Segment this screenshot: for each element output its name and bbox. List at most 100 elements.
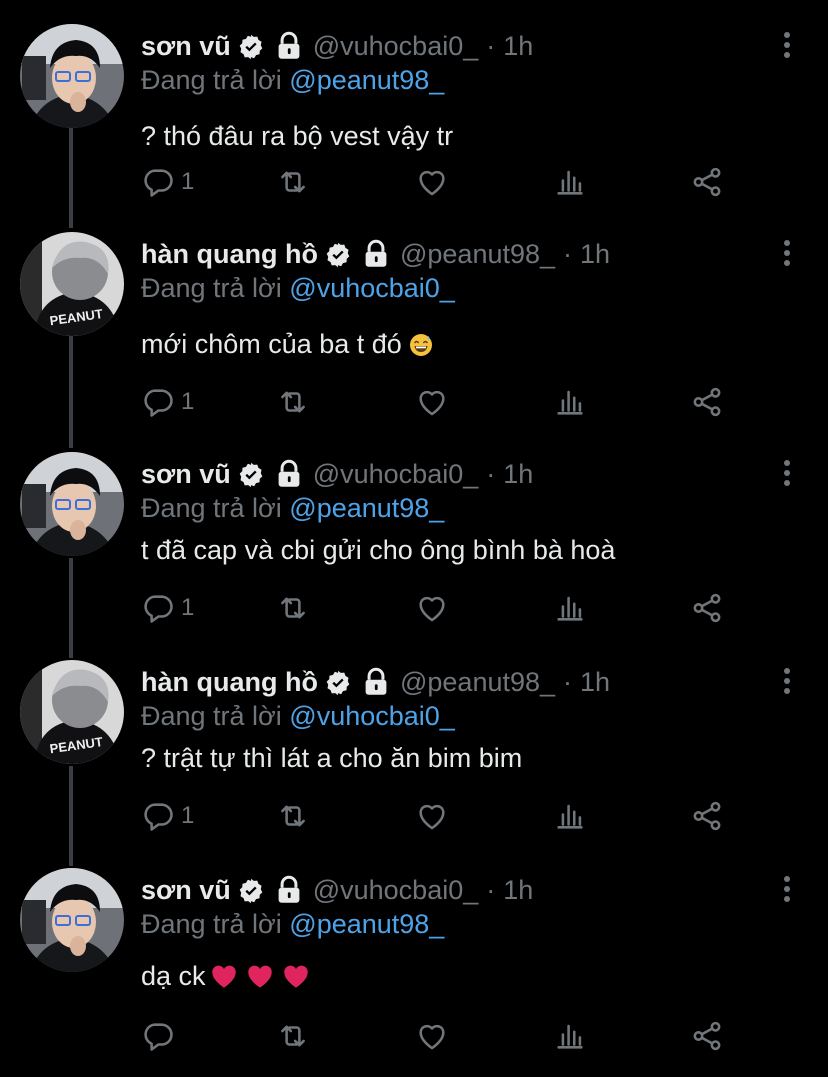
avatar[interactable] bbox=[20, 452, 124, 556]
share-icon bbox=[693, 387, 721, 417]
like-button[interactable] bbox=[415, 794, 449, 838]
views-chart-icon bbox=[557, 804, 583, 829]
display-name[interactable]: sơn vũ bbox=[141, 454, 231, 494]
views-button[interactable] bbox=[553, 380, 587, 424]
display-name[interactable]: sơn vũ bbox=[141, 870, 231, 910]
separator: · bbox=[563, 239, 573, 269]
like-button[interactable] bbox=[415, 586, 449, 630]
timestamp[interactable]: 1h bbox=[503, 26, 533, 66]
views-button[interactable] bbox=[553, 586, 587, 630]
share-button[interactable] bbox=[690, 794, 724, 838]
views-chart-icon bbox=[557, 170, 583, 195]
more-options-button[interactable] bbox=[776, 666, 798, 696]
more-options-button[interactable] bbox=[776, 30, 798, 60]
like-button[interactable] bbox=[415, 1014, 449, 1058]
share-icon bbox=[693, 167, 721, 197]
heart-icon bbox=[419, 1024, 445, 1050]
views-chart-icon bbox=[557, 1024, 583, 1049]
more-vertical-icon bbox=[784, 876, 790, 902]
retweet-button[interactable] bbox=[276, 380, 310, 424]
handle[interactable]: @vuhocbai0_ bbox=[313, 870, 479, 910]
like-button[interactable] bbox=[415, 160, 449, 204]
reply-button[interactable] bbox=[141, 1014, 181, 1058]
replying-to: Đang trả lời @vuhocbai0_ bbox=[141, 698, 455, 734]
tweet-text-content: t đã cap và cbi gửi cho ông bình bà hoà bbox=[141, 535, 616, 565]
reply-count: 1 bbox=[181, 802, 195, 829]
replying-to: Đang trả lời @peanut98_ bbox=[141, 906, 444, 942]
mention-link[interactable]: @peanut98_ bbox=[289, 909, 444, 939]
more-options-button[interactable] bbox=[776, 238, 798, 268]
views-button[interactable] bbox=[553, 160, 587, 204]
display-name[interactable]: sơn vũ bbox=[141, 26, 231, 66]
replying-to-label: Đang trả lời bbox=[141, 273, 282, 303]
heart-icon bbox=[419, 804, 445, 830]
share-button[interactable] bbox=[690, 1014, 724, 1058]
sweat-smile-emoji-icon bbox=[409, 330, 433, 356]
more-options-button[interactable] bbox=[776, 458, 798, 488]
retweet-button[interactable] bbox=[276, 794, 310, 838]
tweet-text-content: ? thó đâu ra bộ vest vậy tr bbox=[141, 121, 454, 151]
views-button[interactable] bbox=[553, 794, 587, 838]
share-icon bbox=[693, 1021, 721, 1051]
handle[interactable]: @peanut98_ bbox=[400, 662, 555, 702]
tweet-actions: 1 bbox=[0, 586, 828, 630]
mention-link[interactable]: @vuhocbai0_ bbox=[289, 701, 455, 731]
tweet-text: ? trật tự thì lát a cho ăn bim bim bbox=[141, 740, 522, 776]
mention-link[interactable]: @peanut98_ bbox=[289, 65, 444, 95]
retweet-button[interactable] bbox=[276, 160, 310, 204]
views-button[interactable] bbox=[553, 1014, 587, 1058]
more-vertical-icon bbox=[784, 460, 790, 486]
more-vertical-icon bbox=[784, 32, 790, 58]
share-icon bbox=[693, 801, 721, 831]
lock-icon bbox=[275, 459, 303, 489]
replying-to-label: Đang trả lời bbox=[141, 701, 282, 731]
display-name[interactable]: hàn quang hồ bbox=[141, 662, 318, 702]
tweet-text-content: dạ ck bbox=[141, 961, 206, 991]
mention-link[interactable]: @vuhocbai0_ bbox=[289, 273, 455, 303]
retweet-icon bbox=[281, 1025, 305, 1047]
avatar[interactable]: PEANUT bbox=[20, 232, 124, 336]
timestamp[interactable]: 1h bbox=[580, 662, 610, 702]
heart-icon bbox=[419, 596, 445, 622]
avatar[interactable] bbox=[20, 24, 124, 128]
share-button[interactable] bbox=[690, 380, 724, 424]
mention-link[interactable]: @peanut98_ bbox=[289, 493, 444, 523]
separator: · bbox=[486, 31, 496, 61]
reply-icon bbox=[144, 389, 173, 417]
lock-icon bbox=[362, 239, 390, 269]
share-button[interactable] bbox=[690, 160, 724, 204]
verified-badge-icon bbox=[324, 668, 352, 696]
display-name[interactable]: hàn quang hồ bbox=[141, 234, 318, 274]
share-button[interactable] bbox=[690, 586, 724, 630]
red-heart-emoji-icon bbox=[210, 962, 238, 988]
lock-icon bbox=[275, 31, 303, 61]
reply-button[interactable]: 1 bbox=[141, 160, 194, 204]
tweet-actions: 1 bbox=[0, 794, 828, 838]
verified-badge-icon bbox=[237, 876, 265, 904]
heart-icon bbox=[419, 390, 445, 416]
more-options-button[interactable] bbox=[776, 874, 798, 904]
tweet-text: ? thó đâu ra bộ vest vậy tr bbox=[141, 118, 453, 154]
reply-count: 1 bbox=[181, 594, 195, 621]
separator: · bbox=[563, 667, 573, 697]
timestamp[interactable]: 1h bbox=[503, 870, 533, 910]
more-vertical-icon bbox=[784, 240, 790, 266]
retweet-button[interactable] bbox=[276, 586, 310, 630]
avatar[interactable] bbox=[20, 868, 124, 972]
handle[interactable]: @vuhocbai0_ bbox=[313, 26, 479, 66]
lock-icon bbox=[275, 875, 303, 905]
retweet-button[interactable] bbox=[276, 1014, 310, 1058]
like-button[interactable] bbox=[415, 380, 449, 424]
timestamp[interactable]: 1h bbox=[580, 234, 610, 274]
reply-button[interactable]: 1 bbox=[141, 794, 194, 838]
red-heart-emoji-icon bbox=[282, 962, 310, 988]
verified-badge-icon bbox=[237, 460, 265, 488]
reply-button[interactable]: 1 bbox=[141, 380, 194, 424]
handle[interactable]: @vuhocbai0_ bbox=[313, 454, 479, 494]
tweet-text-content: mới chôm của ba t đó bbox=[141, 329, 402, 359]
handle[interactable]: @peanut98_ bbox=[400, 234, 555, 274]
views-chart-icon bbox=[557, 596, 583, 621]
timestamp[interactable]: 1h bbox=[503, 454, 533, 494]
avatar[interactable]: PEANUT bbox=[20, 660, 124, 764]
reply-button[interactable]: 1 bbox=[141, 586, 194, 630]
